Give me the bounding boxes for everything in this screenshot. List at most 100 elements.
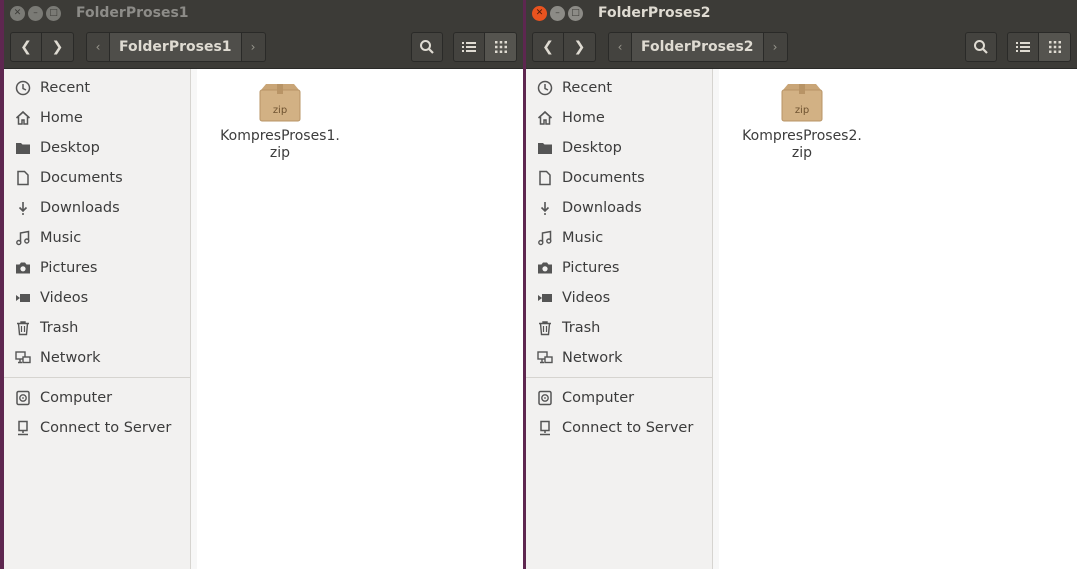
sidebar-item-label: Downloads [40,200,120,216]
sidebar-item-downloads[interactable]: Downloads [526,193,712,223]
sidebar-item-label: Recent [562,80,613,96]
file-manager-window-1: ✕ – □ FolderProses1 ❮ ❯ ‹ FolderProses1 … [4,0,523,569]
chevron-left-icon: ❮ [542,39,554,55]
maximize-window-button[interactable]: □ [46,5,61,21]
path-scroll-left-button[interactable]: ‹ [86,32,110,62]
camera-icon [14,259,32,277]
minimize-window-button[interactable]: – [28,5,43,21]
music-icon [536,229,554,247]
svg-text:zip: zip [795,105,809,116]
sidebar-item-trash[interactable]: Trash [4,313,190,343]
sidebar-item-pictures[interactable]: Pictures [4,253,190,283]
sidebar-item-desktop[interactable]: Desktop [4,133,190,163]
network-icon [14,349,32,367]
search-button[interactable] [411,32,443,62]
sidebar-item-music[interactable]: Music [4,223,190,253]
sidebar-item-label: Desktop [562,140,622,156]
close-window-button[interactable]: ✕ [10,5,25,21]
sidebar-item-label: Trash [562,320,601,336]
file-manager-window-2: ✕ – □ FolderProses2 ❮ ❯ ‹ FolderProses2 … [526,0,1077,569]
sidebar-item-recent[interactable]: Recent [526,73,712,103]
search-button[interactable] [965,32,997,62]
folder-icon [536,139,554,157]
title-bar: ✕ – □ FolderProses2 [526,0,1077,26]
back-button[interactable]: ❮ [10,32,42,62]
maximize-window-button[interactable]: □ [568,5,583,21]
sidebar-item-desktop[interactable]: Desktop [526,133,712,163]
path-scroll-left-button[interactable]: ‹ [608,32,632,62]
grid-view-button[interactable] [485,32,517,62]
sidebar-item-label: Music [40,230,82,246]
sidebar-item-label: Computer [562,390,635,406]
sidebar-item-home[interactable]: Home [526,103,712,133]
chevron-right-icon: ❯ [573,39,586,55]
forward-button[interactable]: ❯ [42,32,74,62]
path-crumb-current[interactable]: FolderProses2 [632,32,764,62]
sidebar-item-label: Downloads [562,200,642,216]
sidebar-divider [526,377,712,378]
sidebar-item-recent[interactable]: Recent [4,73,190,103]
close-window-button[interactable]: ✕ [532,5,547,21]
network-icon [536,349,554,367]
sidebar-item-connect-to-server[interactable]: Connect to Server [526,413,712,443]
clock-icon [14,79,32,97]
sidebar: Recent Home Desktop Documents Downloads … [526,69,713,569]
sidebar-item-computer[interactable]: Computer [526,383,712,413]
file-view[interactable]: zip KompresProses1. zip [191,69,523,569]
sidebar-item-documents[interactable]: Documents [4,163,190,193]
grid-view-icon [1048,41,1061,53]
forward-button[interactable]: ❯ [564,32,596,62]
file-name-line: KompresProses1. [220,128,340,144]
sidebar-item-label: Recent [40,80,91,96]
list-view-button[interactable] [453,32,485,62]
file-view[interactable]: zip KompresProses2. zip [713,69,1077,569]
computer-icon [14,389,32,407]
path-scroll-right-button[interactable]: › [241,32,266,62]
sidebar-item-trash[interactable]: Trash [526,313,712,343]
sidebar: Recent Home Desktop Documents Downloads … [4,69,191,569]
grid-view-icon [494,41,507,53]
window-title: FolderProses2 [598,5,711,21]
sidebar-item-label: Music [562,230,604,246]
sidebar-item-documents[interactable]: Documents [526,163,712,193]
back-button[interactable]: ❮ [532,32,564,62]
zip-archive-icon: zip [259,84,301,122]
sidebar-item-videos[interactable]: Videos [4,283,190,313]
path-bar: ‹ FolderProses1 › [86,32,266,62]
file-name: KompresProses2. zip [742,128,862,162]
folder-icon [14,139,32,157]
sidebar-item-label: Home [562,110,605,126]
camera-icon [536,259,554,277]
grid-view-button[interactable] [1039,32,1071,62]
sidebar-item-network[interactable]: Network [4,343,190,373]
file-item[interactable]: zip KompresProses2. zip [737,83,867,162]
sidebar-item-videos[interactable]: Videos [526,283,712,313]
minimize-window-button[interactable]: – [550,5,565,21]
path-scroll-right-button[interactable]: › [763,32,788,62]
search-icon [420,40,434,54]
file-name-line: zip [269,145,291,161]
sidebar-item-network[interactable]: Network [526,343,712,373]
list-view-icon [462,42,476,52]
document-icon [14,169,32,187]
download-icon [536,199,554,217]
sidebar-item-computer[interactable]: Computer [4,383,190,413]
sidebar-item-home[interactable]: Home [4,103,190,133]
sidebar-item-label: Network [40,350,101,366]
sidebar-item-music[interactable]: Music [526,223,712,253]
sidebar-divider [4,377,190,378]
path-crumb-current[interactable]: FolderProses1 [110,32,242,62]
sidebar-item-label: Videos [40,290,89,306]
sidebar-item-connect-to-server[interactable]: Connect to Server [4,413,190,443]
file-name-line: zip [791,145,813,161]
trash-icon [14,319,32,337]
list-view-button[interactable] [1007,32,1039,62]
sidebar-item-label: Videos [562,290,611,306]
file-item[interactable]: zip KompresProses1. zip [215,83,345,162]
sidebar-item-downloads[interactable]: Downloads [4,193,190,223]
zip-archive-icon: zip [781,84,823,122]
music-icon [14,229,32,247]
download-icon [14,199,32,217]
window-title: FolderProses1 [76,5,189,21]
sidebar-item-pictures[interactable]: Pictures [526,253,712,283]
